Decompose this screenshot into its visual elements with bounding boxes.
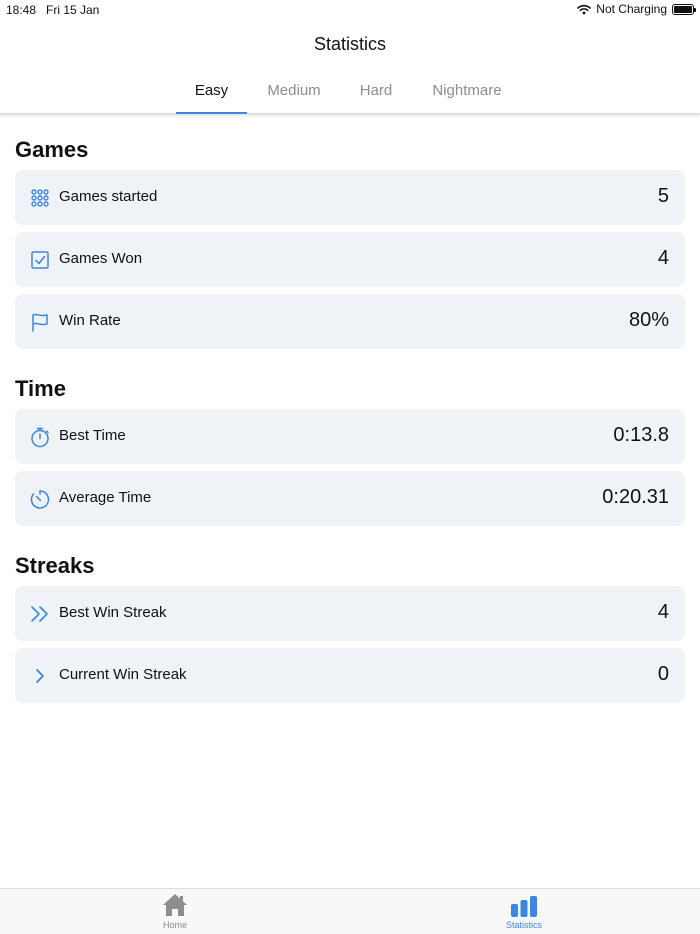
chevron-right-icon — [36, 669, 44, 683]
stat-row-games-won: Games Won 4 — [15, 232, 685, 287]
tab-bar-statistics[interactable]: Statistics — [484, 893, 564, 930]
stat-value: 4 — [657, 601, 669, 623]
page-title: Statistics — [313, 34, 387, 54]
stat-value: 0:13.8 — [613, 424, 669, 446]
status-date: Fri 15 Jan — [46, 3, 100, 17]
flag-icon — [32, 313, 48, 332]
stat-label: Best Time — [59, 427, 126, 444]
wifi-icon — [577, 4, 592, 14]
stat-row-average-time: Average Time 0:20.31 — [15, 471, 685, 526]
battery-status: Not Charging — [596, 2, 667, 16]
tab-label: Medium — [267, 82, 321, 99]
stat-label: Current Win Streak — [59, 666, 187, 683]
active-tab-indicator — [176, 112, 247, 114]
tab-bar-label: Statistics — [505, 920, 542, 930]
tab-label: Easy — [194, 82, 229, 99]
bottom-tab-bar: Home Statistics — [0, 888, 700, 934]
timer-icon — [30, 490, 50, 509]
tab-label: Hard — [359, 82, 393, 99]
double-chevron-right-icon — [31, 606, 48, 622]
tab-easy[interactable]: Easy — [176, 82, 247, 114]
stat-label: Win Rate — [59, 312, 121, 329]
section-title-games: Games — [15, 137, 89, 162]
stat-row-games-started: Games started 5 — [15, 170, 685, 225]
stopwatch-icon — [31, 427, 49, 448]
status-right: Not Charging — [577, 2, 696, 16]
status-bar: 18:48 Fri 15 Jan Not Charging — [0, 0, 700, 20]
grid-dots-icon — [31, 189, 49, 207]
stat-label: Best Win Streak — [59, 604, 167, 621]
checkbox-icon — [31, 251, 49, 269]
tab-medium[interactable]: Medium — [256, 82, 332, 114]
stat-value: 5 — [657, 185, 669, 207]
section-title-time: Time — [15, 376, 66, 401]
stat-value: 0 — [657, 663, 669, 685]
tab-nightmare[interactable]: Nightmare — [420, 82, 514, 114]
stat-value: 80% — [628, 309, 669, 331]
stat-label: Games started — [59, 188, 158, 205]
difficulty-tabs: Easy Medium Hard Nightmare — [0, 82, 700, 114]
header: Statistics Easy Medium Hard Nightmare — [0, 20, 700, 114]
tab-label: Nightmare — [432, 82, 502, 99]
battery-icon — [672, 3, 696, 15]
stat-value: 4 — [657, 247, 669, 269]
tab-hard[interactable]: Hard — [350, 82, 402, 114]
stat-row-current-win-streak: Current Win Streak 0 — [15, 648, 685, 703]
status-time: 18:48 — [6, 3, 37, 17]
stat-value: 0:20.31 — [602, 486, 669, 508]
stat-label: Games Won — [59, 250, 143, 267]
bar-chart-icon — [511, 896, 537, 917]
stat-row-best-time: Best Time 0:13.8 — [15, 409, 685, 464]
section-title-streaks: Streaks — [15, 553, 95, 578]
stat-label: Average Time — [59, 489, 152, 506]
stat-row-best-win-streak: Best Win Streak 4 — [15, 586, 685, 641]
tab-bar-label: Home — [162, 920, 187, 930]
home-icon — [163, 894, 187, 916]
stat-row-win-rate: Win Rate 80% — [15, 294, 685, 349]
tab-bar-home[interactable]: Home — [135, 893, 215, 930]
